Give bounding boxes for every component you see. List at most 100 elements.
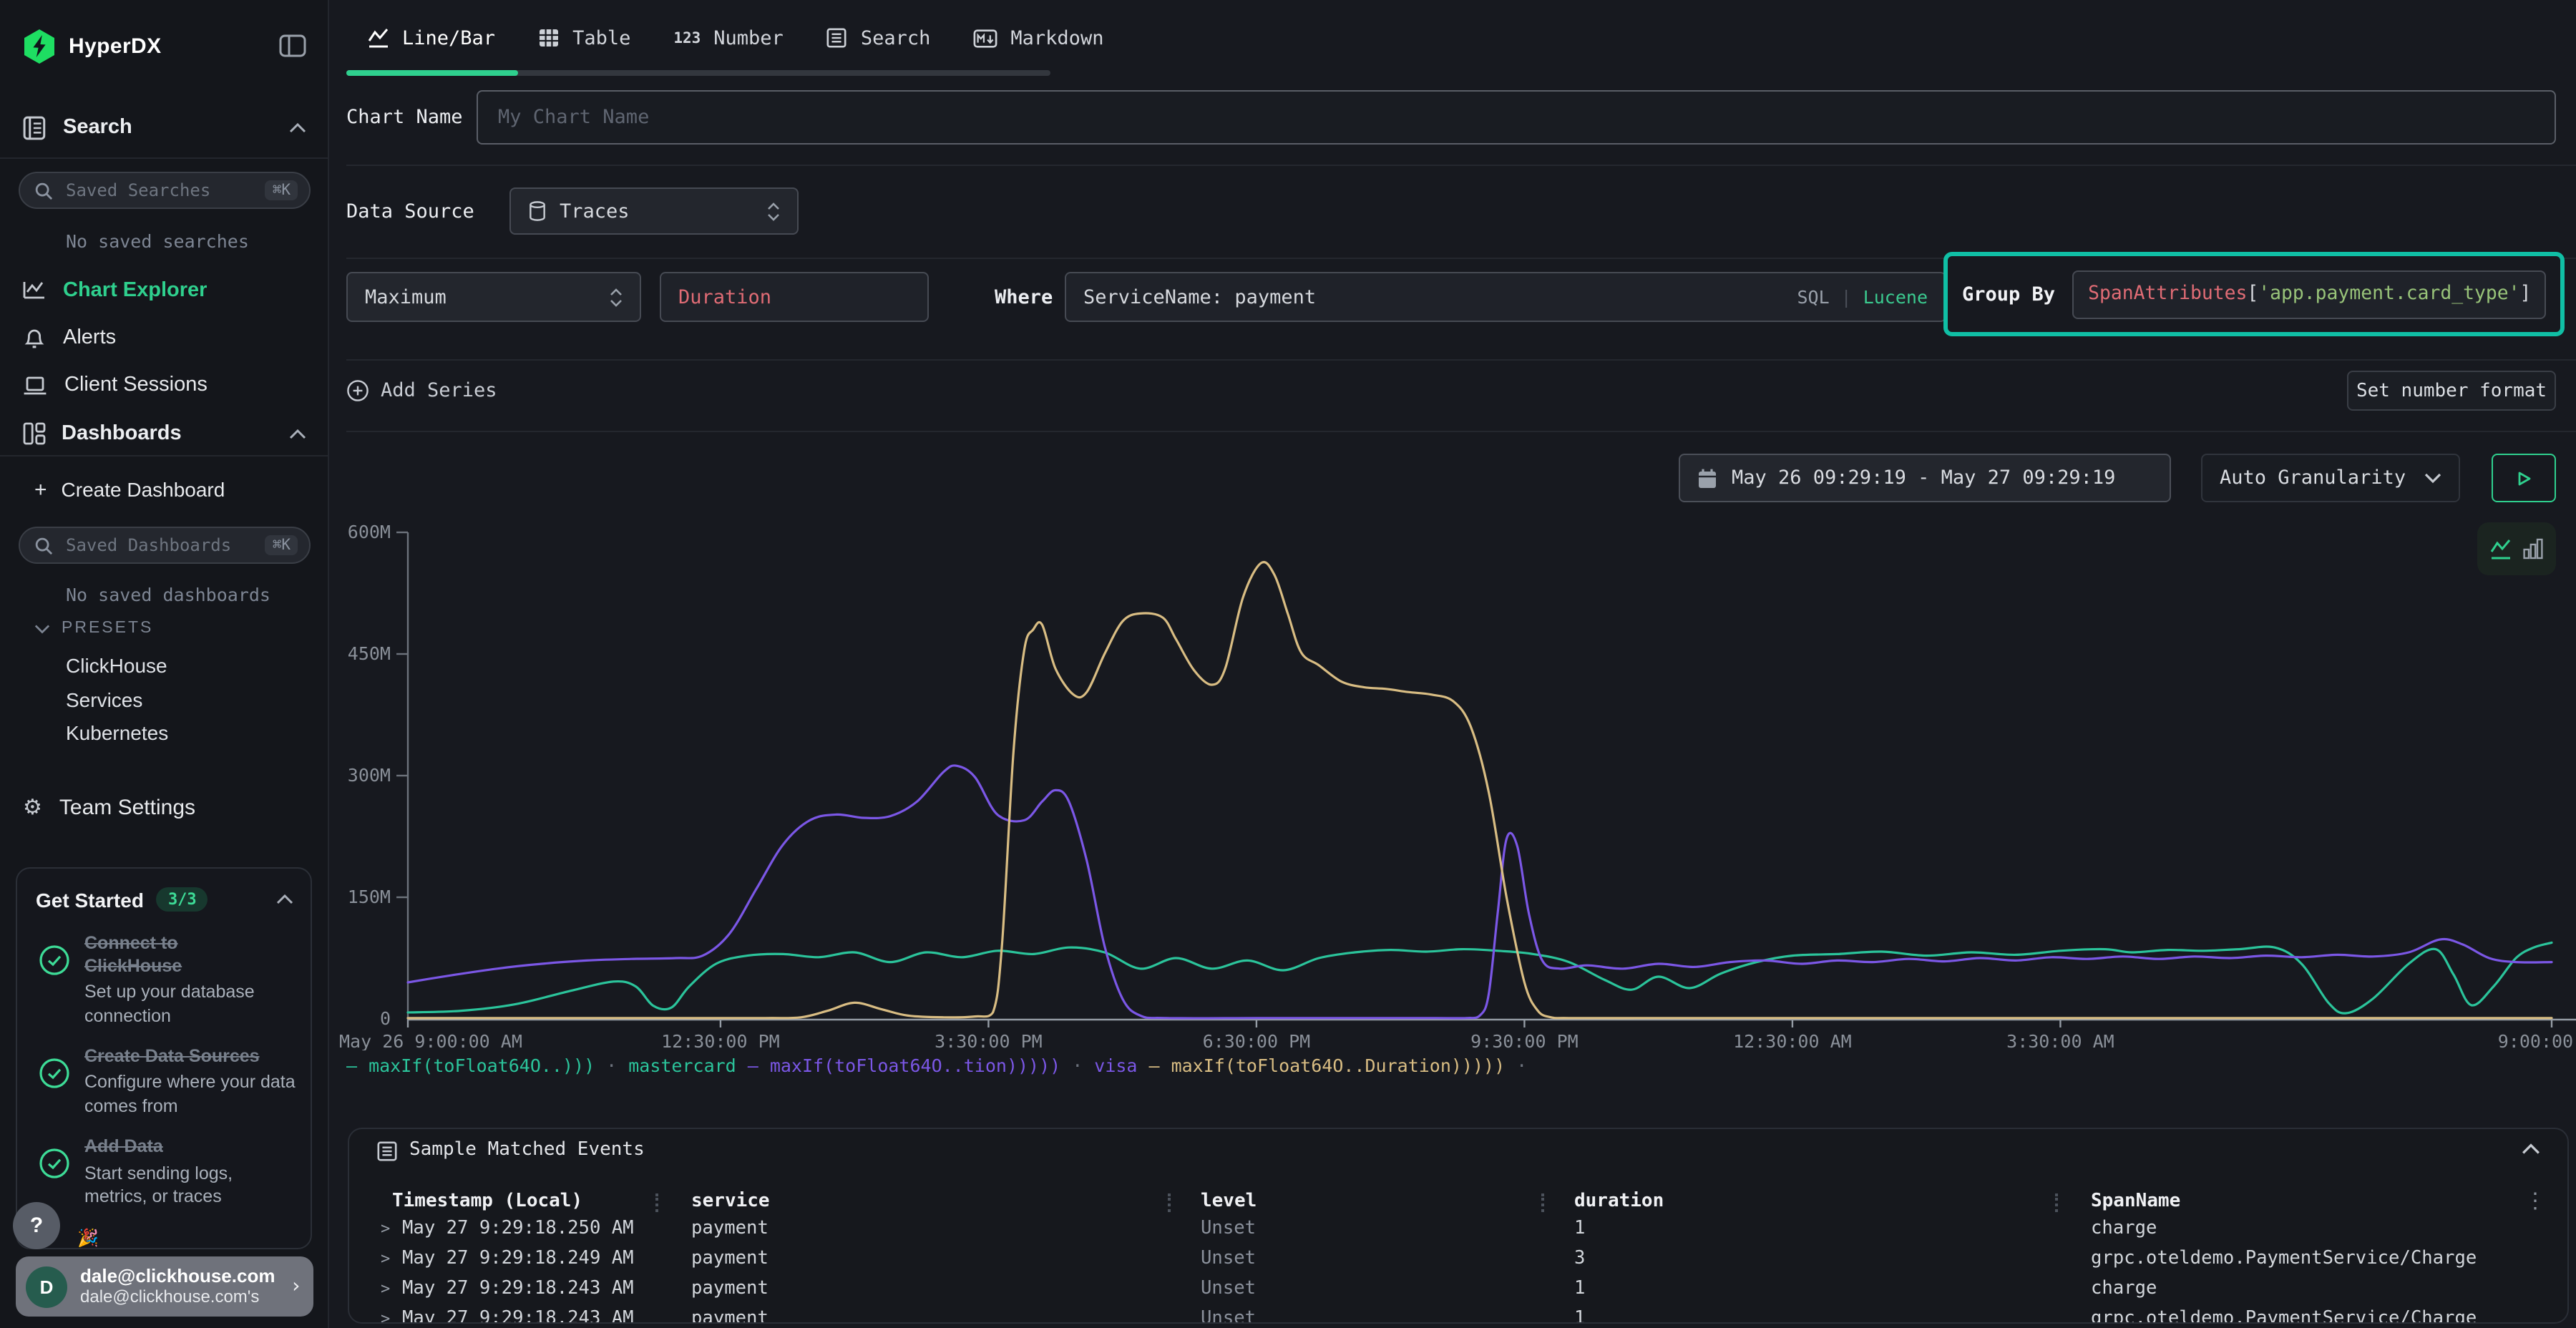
chart-name-field[interactable] xyxy=(477,90,2556,145)
cell-duration: 1 xyxy=(1574,1278,1585,1299)
chart-explorer-label: Chart Explorer xyxy=(63,279,207,302)
row-expand-icon[interactable]: > xyxy=(381,1219,390,1238)
row-expand-icon[interactable]: > xyxy=(381,1309,390,1324)
get-started-item-add-data[interactable]: Add Data Start sending logs, metrics, or… xyxy=(17,1123,311,1214)
set-number-format-button[interactable]: Set number format xyxy=(2347,371,2556,411)
get-started-item-title: Connect to ClickHouse xyxy=(84,933,216,978)
aggregation-select[interactable]: Maximum xyxy=(346,272,641,322)
row-expand-icon[interactable]: > xyxy=(381,1249,390,1268)
column-separator[interactable] xyxy=(1168,1193,1171,1212)
cell-timestamp: May 27 9:29:18.250 AM xyxy=(402,1218,634,1239)
sidebar-item-client-sessions[interactable]: Client Sessions xyxy=(0,365,329,405)
table-menu-icon[interactable]: ⋮ xyxy=(2524,1188,2546,1214)
legend-swatch: — xyxy=(748,1055,758,1076)
date-range-picker[interactable]: May 26 09:29:19 - May 27 09:29:19 xyxy=(1679,454,2171,502)
saved-searches-input[interactable] xyxy=(63,179,265,202)
cell-spanname: charge xyxy=(2091,1218,2157,1239)
presets-toggle[interactable]: PRESETS xyxy=(34,620,153,637)
where-value: ServiceName: payment xyxy=(1083,285,1316,308)
field-select[interactable]: Duration xyxy=(660,272,929,322)
list-icon xyxy=(826,27,848,49)
add-series-button[interactable]: Add Series xyxy=(346,372,497,409)
legend-series-formula[interactable]: maxIf(toFloat64O..))) xyxy=(369,1055,595,1076)
column-separator[interactable] xyxy=(1541,1193,1544,1212)
collapse-panel-icon[interactable] xyxy=(2522,1143,2540,1155)
column-separator[interactable] xyxy=(655,1193,658,1212)
data-source-label: Data Source xyxy=(346,200,474,223)
cell-level: Unset xyxy=(1201,1278,1256,1299)
tab-line-bar[interactable]: Line/Bar xyxy=(346,0,517,76)
tab-markdown[interactable]: Markdown xyxy=(952,0,1125,76)
dashboards-icon xyxy=(23,422,46,445)
column-header-duration[interactable]: duration xyxy=(1574,1191,1664,1212)
group-by-field[interactable]: SpanAttributes['app.payment.card_type'] xyxy=(2072,270,2546,318)
row-expand-icon[interactable]: > xyxy=(381,1279,390,1298)
data-source-select[interactable]: Traces xyxy=(509,187,799,235)
saved-searches-search[interactable]: ⌘K xyxy=(19,172,311,209)
help-button[interactable]: ? xyxy=(13,1202,60,1249)
select-chevrons-icon xyxy=(610,287,623,307)
search-icon xyxy=(34,536,53,555)
sql-toggle[interactable]: SQL xyxy=(1797,286,1829,308)
timeseries-chart[interactable]: 0150M300M450M600MMay 26 9:00:00 AM12:30:… xyxy=(329,509,2576,1050)
legend-group-value[interactable]: mastercard xyxy=(628,1055,736,1076)
column-separator[interactable] xyxy=(2055,1193,2058,1212)
sidebar: HyperDX Search ⌘K No saved searches xyxy=(0,0,329,1328)
get-started-item-desc: Configure where your data comes from xyxy=(84,1071,296,1118)
sidebar-section-search[interactable]: Search xyxy=(0,103,329,152)
lang-separator: | xyxy=(1841,286,1852,308)
sidebar-item-team-settings[interactable]: ⚙ Team Settings xyxy=(0,786,329,829)
divider xyxy=(346,165,2576,166)
granularity-select[interactable]: Auto Granularity xyxy=(2201,454,2460,502)
avatar: D xyxy=(26,1266,67,1307)
tab-search[interactable]: Search xyxy=(805,0,952,76)
legend-swatch: — xyxy=(346,1055,357,1076)
column-header-spanname[interactable]: SpanName xyxy=(2091,1191,2180,1212)
chart-name-input[interactable] xyxy=(495,104,2537,130)
legend-series-formula[interactable]: maxIf(toFloat64O..tion))))) xyxy=(770,1055,1060,1076)
sidebar-collapse-icon[interactable] xyxy=(279,34,306,57)
tab-label: Search xyxy=(861,26,931,49)
column-header-timestamp[interactable]: Timestamp (Local) xyxy=(392,1191,582,1212)
data-source-value: Traces xyxy=(560,200,630,223)
chevron-down-icon xyxy=(34,623,50,633)
get-started-item-connect[interactable]: Connect to ClickHouse Set up your databa… xyxy=(17,920,311,1033)
preset-clickhouse[interactable]: ClickHouse xyxy=(66,654,167,677)
cell-timestamp: May 27 9:29:18.243 AM xyxy=(402,1278,634,1299)
cell-spanname: grpc.oteldemo.PaymentService/Charge xyxy=(2091,1308,2477,1324)
saved-dashboards-input[interactable] xyxy=(63,534,265,557)
cell-timestamp: May 27 9:29:18.243 AM xyxy=(402,1308,634,1324)
get-started-item-title: Add Data xyxy=(84,1136,296,1158)
field-value: Duration xyxy=(678,285,771,308)
create-dashboard-button[interactable]: + Create Dashboard xyxy=(0,469,329,509)
legend-series-formula[interactable]: maxIf(toFloat64O..Duration))))) xyxy=(1171,1055,1506,1076)
column-header-level[interactable]: level xyxy=(1201,1191,1257,1212)
preset-services[interactable]: Services xyxy=(66,688,142,711)
sidebar-section-dashboards[interactable]: Dashboards xyxy=(0,412,329,455)
tab-table[interactable]: Table xyxy=(517,0,652,76)
tab-number[interactable]: 123 Number xyxy=(652,0,805,76)
sidebar-item-alerts[interactable]: Alerts xyxy=(0,318,329,358)
get-started-header[interactable]: Get Started 3/3 xyxy=(17,869,311,920)
user-menu[interactable]: D dale@clickhouse.com dale@clickhouse.co… xyxy=(16,1256,313,1317)
user-org: dale@clickhouse.com's xyxy=(80,1287,275,1307)
preset-kubernetes[interactable]: Kubernetes xyxy=(66,721,168,744)
get-started-item-sources[interactable]: Create Data Sources Configure where your… xyxy=(17,1033,311,1123)
column-header-service[interactable]: service xyxy=(691,1191,770,1212)
check-circle-icon xyxy=(39,1058,70,1089)
search-icon xyxy=(34,181,53,200)
chevron-up-icon xyxy=(289,429,306,439)
alerts-label: Alerts xyxy=(63,326,116,349)
sidebar-item-chart-explorer[interactable]: Chart Explorer xyxy=(0,270,329,311)
legend-group-value[interactable]: visa xyxy=(1094,1055,1137,1076)
where-field[interactable]: ServiceName: payment SQL | Lucene xyxy=(1065,272,1946,322)
cell-timestamp: May 27 9:29:18.249 AM xyxy=(402,1248,634,1269)
saved-dashboards-search[interactable]: ⌘K xyxy=(19,527,311,564)
svg-text:6:30:00 PM: 6:30:00 PM xyxy=(1203,1031,1311,1050)
run-query-button[interactable] xyxy=(2492,454,2556,502)
check-circle-icon xyxy=(39,944,70,976)
shortcut-badge: ⌘K xyxy=(265,180,298,200)
lucene-toggle[interactable]: Lucene xyxy=(1863,286,1928,308)
get-started-title: Get Started xyxy=(36,888,144,911)
svg-text:12:30:00 AM: 12:30:00 AM xyxy=(1733,1031,1852,1050)
